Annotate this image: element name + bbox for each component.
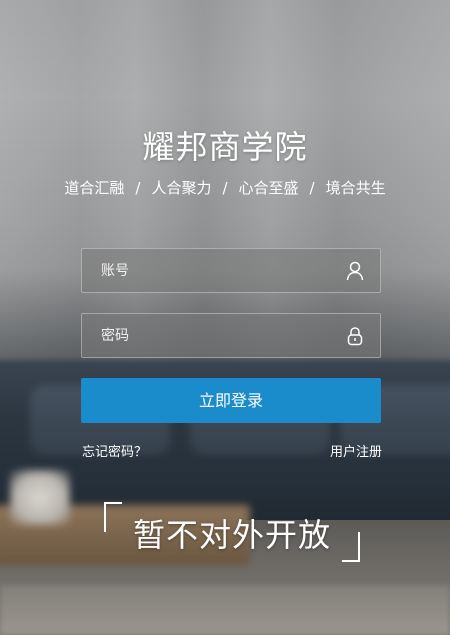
login-button[interactable]: 立即登录 [81,378,381,423]
lock-icon [346,326,364,346]
password-field [81,313,381,358]
user-icon [346,261,364,281]
register-link[interactable]: 用户注册 [330,441,382,460]
slogan-item: 心合至盛 [238,179,299,197]
slogan-item: 人合聚力 [151,179,212,197]
slogan-item: 道合汇融 [64,179,125,197]
notice-banner: 暂不对外开放 [104,502,360,562]
notice-text: 暂不对外开放 [132,516,331,554]
forgot-password-link[interactable]: 忘记密码？ [82,441,147,460]
login-page: 耀邦商学院 道合汇融 / 人合聚力 / 心合至盛 / 境合共生 立即登录 忘记密… [0,0,450,635]
account-field [81,248,381,293]
slogan-separator: / [222,178,228,197]
slogan-item: 境合共生 [325,179,386,197]
slogan-separator: / [135,178,141,197]
slogan: 道合汇融 / 人合聚力 / 心合至盛 / 境合共生 [0,177,450,198]
account-input[interactable] [82,249,342,292]
slogan-separator: / [309,178,315,197]
page-title: 耀邦商学院 [142,128,308,166]
password-input[interactable] [82,314,342,357]
